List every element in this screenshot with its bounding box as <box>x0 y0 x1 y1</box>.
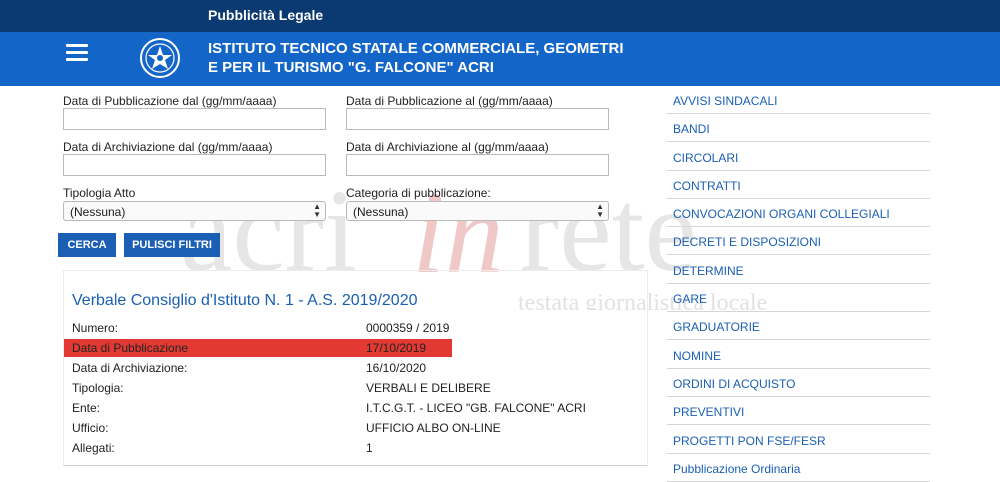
record-row-label: Tipologia: <box>72 381 124 395</box>
institute-title-line2: E PER IL TURISMO "G. FALCONE" ACRI <box>208 59 494 76</box>
sidebar-item-label: AVVISI SINDACALI <box>673 94 778 108</box>
sidebar-item-label: CONTRATTI <box>673 179 741 193</box>
sidebar-item-label: Pubblicazione Ordinaria <box>673 462 801 476</box>
record-row-value: 16/10/2020 <box>366 361 427 375</box>
categoria-selected-value: (Nessuna) <box>353 205 409 219</box>
categoria-select[interactable]: (Nessuna) ▲ ▼ <box>346 201 609 221</box>
record-title[interactable]: Verbale Consiglio d'Istituto N. 1 - A.S.… <box>72 292 418 310</box>
sidebar-item-label: DECRETI E DISPOSIZIONI <box>673 235 822 249</box>
sidebar-item-contratti[interactable]: CONTRATTI <box>667 171 930 199</box>
sidebar-item-label: BANDI <box>673 122 710 136</box>
institute-title-line1: ISTITUTO TECNICO STATALE COMMERCIALE, GE… <box>208 40 624 57</box>
record-row-label: Data di Archiviazione: <box>72 361 188 375</box>
arch-to-label: Data di Archiviazione al (gg/mm/aaaa) <box>346 140 549 154</box>
tipologia-label: Tipologia Atto <box>63 186 136 200</box>
sidebar-item-gare[interactable]: GARE <box>667 284 930 312</box>
section-title: Pubblicità Legale <box>208 7 324 23</box>
record-row-value: I.T.C.G.T. - LICEO "GB. FALCONE" ACRI <box>366 401 586 415</box>
sidebar-item-graduatorie[interactable]: GRADUATORIE <box>667 312 930 340</box>
sidebar-item-label: PREVENTIVI <box>673 405 745 419</box>
pub-to-label: Data di Pubblicazione al (gg/mm/aaaa) <box>346 94 553 108</box>
sidebar-item-ordini-di-acquisto[interactable]: ORDINI DI ACQUISTO <box>667 369 930 397</box>
sidebar-item-label: GRADUATORIE <box>673 320 760 334</box>
categoria-label: Categoria di pubblicazione: <box>346 186 491 200</box>
top-bar: Pubblicità Legale <box>0 0 1000 32</box>
sidebar-item-label: CIRCOLARI <box>673 151 739 165</box>
record-row-value: 17/10/2019 <box>366 341 427 355</box>
record-row-value: 1 <box>366 441 373 455</box>
tipologia-selected-value: (Nessuna) <box>70 205 126 219</box>
arch-from-label: Data di Archiviazione dal (gg/mm/aaaa) <box>63 140 273 154</box>
sidebar-item-label: NOMINE <box>673 349 721 363</box>
sidebar-item-decreti[interactable]: DECRETI E DISPOSIZIONI <box>667 227 930 255</box>
sidebar-item-label: DETERMINE <box>673 264 744 278</box>
tipologia-select[interactable]: (Nessuna) ▲ ▼ <box>63 201 326 221</box>
record-row-label: Ufficio: <box>72 421 109 435</box>
sidebar-item-label: GARE <box>673 292 708 306</box>
arch-to-input[interactable] <box>346 154 609 176</box>
hamburger-menu-icon[interactable] <box>66 44 88 64</box>
sidebar-item-preventivi[interactable]: PREVENTIVI <box>667 397 930 425</box>
sidebar-item-circolari[interactable]: CIRCOLARI <box>667 143 930 171</box>
updown-arrow-icon: ▲ ▼ <box>596 202 604 219</box>
pub-to-input[interactable] <box>346 108 609 130</box>
institute-title: ISTITUTO TECNICO STATALE COMMERCIALE, GE… <box>208 39 808 77</box>
sidebar-item-pubblicazione-ordinaria[interactable]: Pubblicazione Ordinaria <box>667 454 930 482</box>
clear-filters-button[interactable]: PULISCI FILTRI <box>124 233 220 257</box>
sidebar-item-nomine[interactable]: NOMINE <box>667 341 930 369</box>
record-row-label: Ente: <box>72 401 101 415</box>
sidebar-item-label: CONVOCAZIONI ORGANI COLLEGIALI <box>673 207 890 221</box>
italian-republic-emblem-icon <box>140 38 180 78</box>
sidebar-item-progetti-pon[interactable]: PROGETTI PON FSE/FESR <box>667 426 930 454</box>
record-row-label: Numero: <box>72 321 119 335</box>
record-row-value: UFFICIO ALBO ON-LINE <box>366 421 501 435</box>
arch-from-input[interactable] <box>63 154 326 176</box>
record-row-label: Allegati: <box>72 441 115 455</box>
search-button[interactable]: CERCA <box>58 233 116 257</box>
sidebar-item-label: PROGETTI PON FSE/FESR <box>673 434 826 448</box>
sidebar-item-label: ORDINI DI ACQUISTO <box>673 377 796 391</box>
sidebar-item-determine[interactable]: DETERMINE <box>667 256 930 284</box>
sidebar-item-convocazioni[interactable]: CONVOCAZIONI ORGANI COLLEGIALI <box>667 199 930 227</box>
sidebar-item-avvisi-sindacali[interactable]: AVVISI SINDACALI <box>667 86 930 114</box>
site-header: ISTITUTO TECNICO STATALE COMMERCIALE, GE… <box>0 32 1000 86</box>
record-row-value: 0000359 / 2019 <box>366 321 450 335</box>
record-row-value: VERBALI E DELIBERE <box>366 381 491 395</box>
pub-from-label: Data di Pubblicazione dal (gg/mm/aaaa) <box>63 94 277 108</box>
sidebar-item-bandi[interactable]: BANDI <box>667 114 930 142</box>
record-row-label: Data di Pubblicazione <box>72 341 189 355</box>
pub-from-input[interactable] <box>63 108 326 130</box>
updown-arrow-icon: ▲ ▼ <box>313 202 321 219</box>
